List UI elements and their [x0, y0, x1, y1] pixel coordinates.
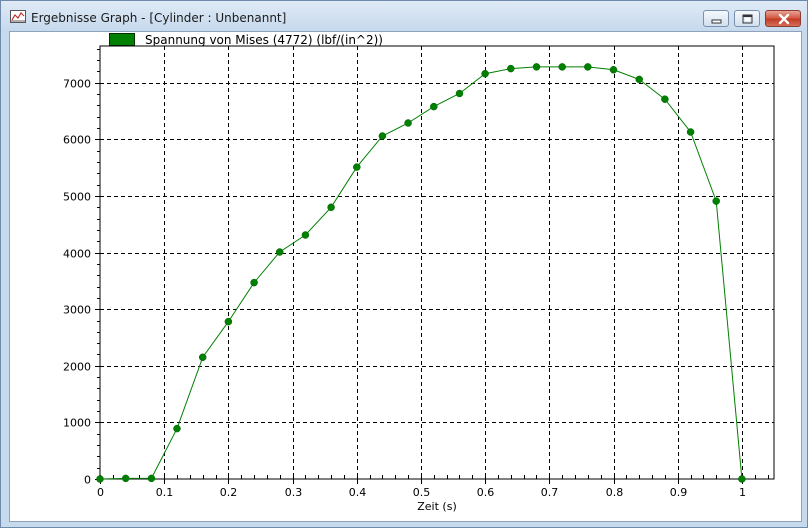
data-point — [455, 89, 464, 98]
line-chart: 0 0.1 0.2 0.3 0.4 0.5 0.6 0.7 0.8 0.9 1 0 1000 2000 30… — [63, 45, 775, 513]
x-tick-label: 0.7 — [541, 486, 559, 499]
data-point — [507, 64, 515, 73]
close-button[interactable] — [765, 10, 801, 27]
data-point — [121, 474, 130, 483]
data-point — [301, 231, 310, 239]
data-point — [481, 69, 489, 78]
close-icon — [778, 13, 790, 25]
data-point — [609, 66, 618, 74]
y-tick-label: 7000 — [63, 78, 91, 91]
data-point — [738, 475, 746, 483]
x-tick-label: 0.6 — [477, 486, 495, 499]
data-point — [584, 63, 592, 71]
data-point — [250, 278, 258, 287]
y-tick-label: 5000 — [63, 191, 91, 204]
y-tick-label: 0 — [84, 474, 91, 487]
data-point — [224, 317, 233, 326]
maximize-button[interactable] — [734, 10, 760, 27]
data-point — [712, 197, 720, 205]
data-point — [686, 128, 695, 136]
x-tick-label: 0.3 — [285, 486, 303, 499]
x-tick-label: 0.5 — [413, 486, 431, 499]
data-point — [198, 353, 207, 362]
window-title: Ergebnisse Graph - [Cylinder : Unbenannt… — [31, 11, 287, 25]
data-point — [353, 163, 361, 171]
results-graph-window: Ergebnisse Graph - [Cylinder : Unbenannt… — [0, 0, 808, 528]
data-point — [275, 248, 284, 256]
x-tick-label: 1 — [739, 486, 746, 499]
x-axis-title: Zeit (s) — [417, 500, 456, 513]
y-tick-label: 6000 — [63, 134, 91, 147]
minimize-icon — [711, 19, 722, 24]
y-tick-label: 4000 — [63, 248, 91, 261]
data-point — [378, 132, 387, 140]
maximize-icon — [742, 14, 753, 24]
x-tick-label: 0.9 — [670, 486, 688, 499]
data-point — [147, 474, 156, 483]
x-tick-label: 0.4 — [349, 486, 367, 499]
data-point — [661, 95, 669, 103]
data-point — [532, 63, 541, 71]
minimize-button[interactable] — [703, 10, 729, 27]
y-tick-label: 3000 — [63, 304, 91, 317]
data-point — [558, 63, 566, 71]
data-point — [635, 75, 643, 84]
chart-area: Spannung von Mises (4772) (lbf/(in^2)) 0… — [9, 31, 802, 522]
data-point — [173, 424, 181, 433]
data-point — [404, 119, 412, 127]
y-tick-label: 1000 — [63, 417, 91, 430]
data-point — [327, 203, 335, 212]
data-point — [430, 102, 438, 111]
x-tick-label: 0.1 — [156, 486, 174, 499]
x-tick-label: 0.8 — [606, 486, 624, 499]
x-tick-label: 0 — [97, 486, 104, 499]
title-bar[interactable]: Ergebnisse Graph - [Cylinder : Unbenannt… — [1, 1, 807, 31]
plot-frame — [99, 45, 775, 480]
x-tick-label: 0.2 — [220, 486, 238, 499]
data-point — [96, 475, 104, 483]
graph-app-icon — [10, 10, 26, 23]
y-tick-label: 2000 — [63, 361, 91, 374]
